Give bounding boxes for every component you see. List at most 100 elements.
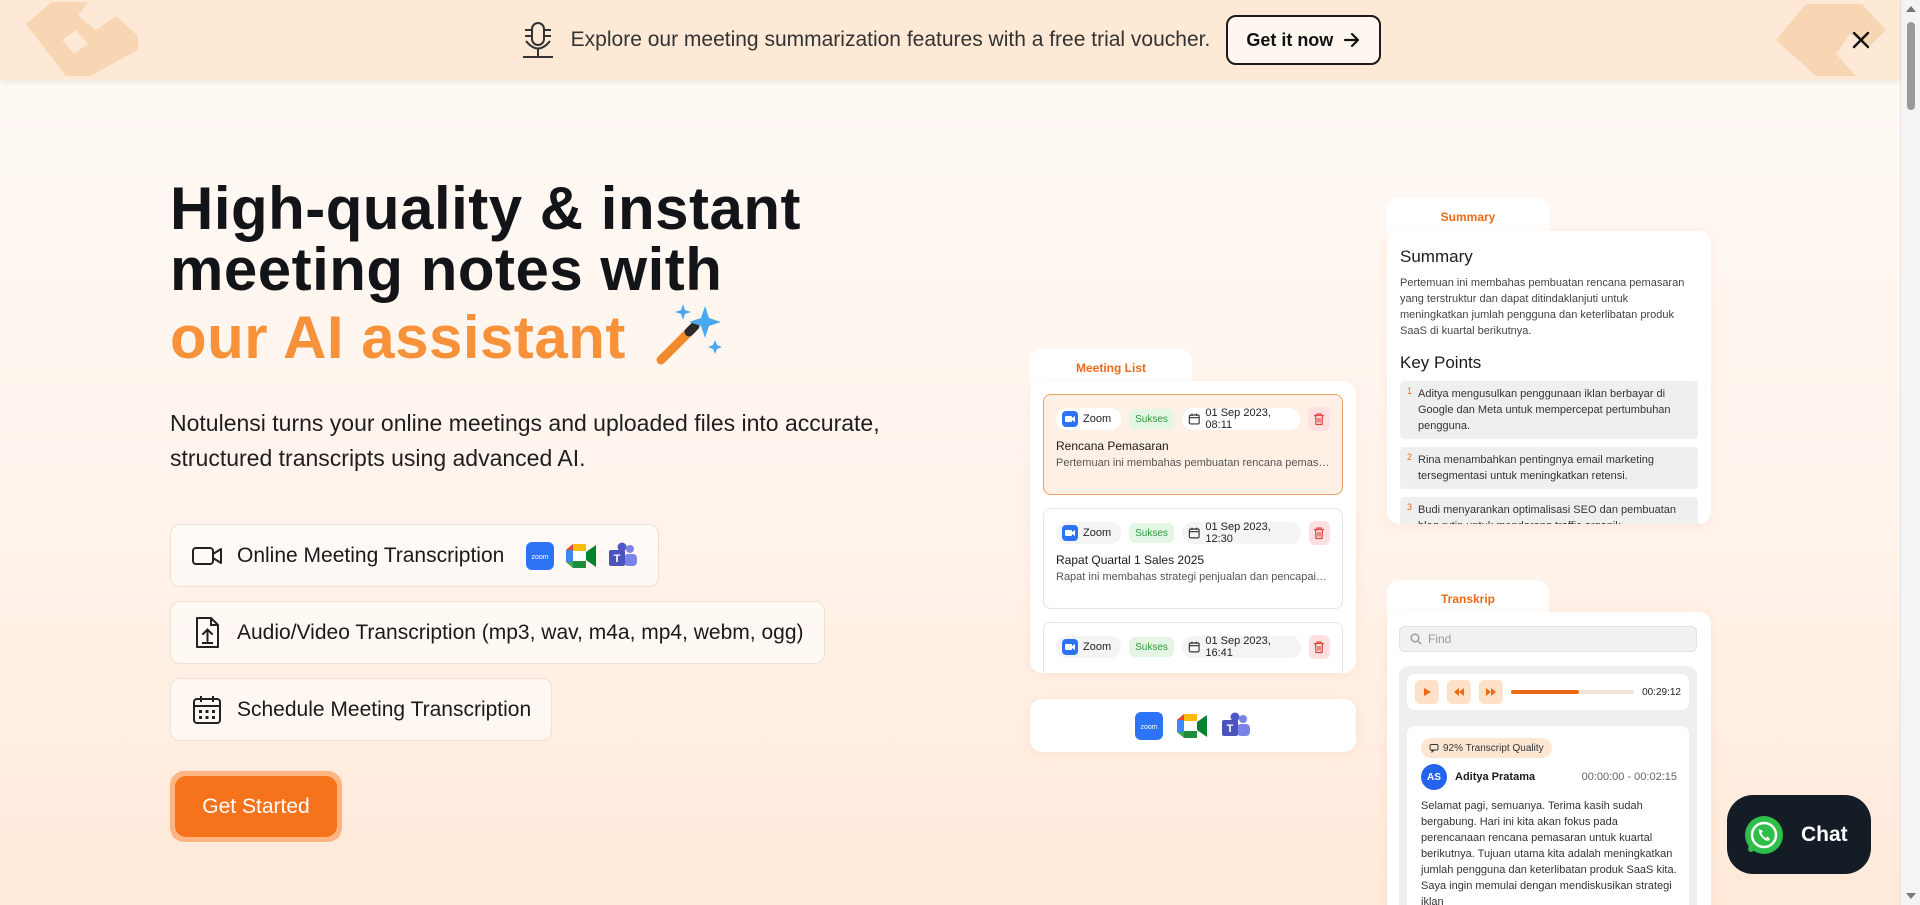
hero-title-line2: meeting notes with	[170, 236, 723, 303]
delete-button[interactable]	[1308, 635, 1330, 659]
delete-button[interactable]	[1308, 407, 1330, 431]
google-meet-icon	[566, 543, 597, 568]
microsoft-teams-icon: T	[1222, 712, 1250, 736]
avatar: AS	[1421, 764, 1447, 790]
search-placeholder: Find	[1428, 632, 1452, 646]
svg-text:zoom: zoom	[532, 554, 549, 561]
meeting-list-item[interactable]: Zoom Sukses 01 Sep 2023, 12:30 Rapat Qua…	[1043, 508, 1343, 609]
date-pill: 01 Sep 2023, 16:41	[1181, 635, 1301, 659]
microphone-icon	[522, 22, 553, 58]
feature-label: Audio/Video Transcription (mp3, wav, m4a…	[237, 620, 804, 644]
status-badge: Sukses	[1129, 409, 1174, 429]
tab-meeting-list-label: Meeting List	[1075, 361, 1146, 375]
search-icon	[1410, 633, 1422, 645]
hero-description: Notulensi turns your online meetings and…	[170, 410, 880, 471]
zoom-icon: zoom	[1135, 711, 1163, 740]
whatsapp-chat-button[interactable]: Chat	[1727, 795, 1871, 874]
scroll-up-arrow[interactable]	[1906, 6, 1916, 12]
get-it-now-button[interactable]: Get it now	[1226, 15, 1382, 65]
platform-name: Zoom	[1083, 527, 1112, 539]
meeting-summary: Pertemuan ini membahas pembuatan rencana…	[1056, 457, 1330, 469]
close-icon[interactable]	[1848, 27, 1874, 53]
banner-text: Explore our meeting summarization featur…	[570, 28, 1211, 51]
key-point-text: Rina menambahkan pentingnya email market…	[1418, 454, 1655, 482]
page-scrollbar[interactable]	[1900, 0, 1920, 905]
transcript-text: Selamat pagi, semuanya. Terima kasih sud…	[1421, 800, 1677, 905]
meeting-list-item[interactable]: Zoom Sukses 01 Sep 2023, 16:41	[1043, 622, 1343, 673]
chat-label: Chat	[1801, 822, 1848, 846]
platform-pill: Zoom	[1056, 408, 1122, 430]
key-points-heading: Key Points	[1400, 353, 1482, 372]
status-badge: Sukses	[1129, 637, 1174, 657]
chat-bubble-icon	[1429, 744, 1439, 753]
upload-file-icon	[196, 616, 219, 648]
segment-time-range: 00:00:00 - 00:02:15	[1581, 771, 1677, 783]
feature-schedule-meeting[interactable]: Schedule Meeting Transcription	[170, 678, 553, 741]
scroll-down-arrow[interactable]	[1906, 893, 1916, 899]
meeting-date: 01 Sep 2023, 16:41	[1205, 635, 1271, 659]
arrow-right-icon	[1344, 32, 1360, 48]
play-button[interactable]	[1415, 680, 1439, 704]
progress-fill	[1511, 690, 1579, 694]
hero-title: High-quality & instant meeting notes wit…	[170, 178, 930, 368]
tab-summary-label: Summary	[1440, 210, 1496, 224]
hero-section: High-quality & instant meeting notes wit…	[170, 178, 930, 842]
platform-strip: zoom T	[1030, 699, 1356, 752]
calendar-icon	[1188, 527, 1200, 539]
meeting-list-card: Zoom Sukses 01 Sep 2023, 08:11 Rencana P…	[1030, 381, 1356, 673]
microsoft-teams-icon: T	[609, 542, 638, 566]
meeting-title: Rencana Pemasaran	[1056, 439, 1169, 453]
summary-text: Pertemuan ini membahas pembuatan rencana…	[1400, 277, 1685, 337]
svg-text:T: T	[614, 553, 621, 565]
key-point-item: 1 Aditya mengusulkan penggunaan iklan be…	[1400, 381, 1698, 439]
scroll-thumb[interactable]	[1907, 22, 1915, 110]
video-camera-icon	[192, 546, 222, 565]
platform-name: Zoom	[1083, 413, 1112, 425]
get-started-label: Get Started	[175, 776, 337, 837]
feature-online-meeting[interactable]: Online Meeting Transcription zoom T	[170, 524, 660, 587]
ticket-decoration-left	[26, 2, 138, 76]
rewind-button[interactable]	[1447, 680, 1471, 704]
progress-track[interactable]	[1511, 690, 1635, 694]
whatsapp-icon	[1745, 815, 1783, 854]
get-started-button[interactable]: Get Started	[170, 771, 342, 842]
key-point-text: Aditya mengusulkan penggunaan iklan berb…	[1418, 388, 1671, 432]
zoom-icon	[1062, 525, 1078, 541]
meeting-title: Rapat Quartal 1 Sales 2025	[1056, 553, 1205, 567]
transcript-search-input[interactable]: Find	[1399, 626, 1697, 652]
date-pill: 01 Sep 2023, 08:11	[1181, 407, 1301, 431]
forward-button[interactable]	[1479, 680, 1503, 704]
promo-banner: Explore our meeting summarization featur…	[0, 0, 1900, 80]
zoom-icon	[1062, 639, 1078, 655]
trash-icon	[1314, 413, 1325, 426]
summary-card: Summary Pertemuan ini membahas pembuatan…	[1387, 231, 1711, 524]
meeting-list-item[interactable]: Zoom Sukses 01 Sep 2023, 08:11 Rencana P…	[1043, 394, 1343, 495]
magic-wand-icon	[656, 304, 723, 365]
tab-transcript-label: Transkrip	[1440, 592, 1496, 606]
calendar-icon	[193, 695, 221, 724]
get-it-now-label: Get it now	[1246, 29, 1334, 50]
hero-title-accent: our AI assistant	[170, 304, 626, 371]
rewind-icon	[1454, 688, 1464, 696]
key-point-number: 3	[1407, 502, 1413, 512]
feature-label: Schedule Meeting Transcription	[237, 697, 532, 721]
platform-pill: Zoom	[1056, 522, 1122, 544]
key-point-item: 3 Budi menyarankan optimalisasi SEO dan …	[1400, 497, 1698, 524]
hero-title-line1: High-quality & instant	[170, 175, 801, 242]
delete-button[interactable]	[1308, 521, 1330, 545]
transcript-card: Find 00:29:12 92% Transcript Quality AS …	[1387, 612, 1711, 905]
audio-player: 00:29:12	[1407, 674, 1689, 710]
calendar-icon	[1188, 413, 1200, 425]
key-point-item: 2 Rina menambahkan pentingnya email mark…	[1400, 447, 1698, 489]
zoom-icon	[1062, 411, 1078, 427]
fast-forward-icon	[1486, 688, 1496, 696]
play-icon	[1424, 688, 1431, 696]
key-point-number: 2	[1407, 452, 1413, 462]
quality-badge: 92% Transcript Quality	[1421, 738, 1552, 758]
feature-audio-video[interactable]: Audio/Video Transcription (mp3, wav, m4a…	[170, 601, 825, 664]
key-point-number: 1	[1407, 386, 1413, 396]
google-meet-icon	[1177, 713, 1207, 738]
svg-text:zoom: zoom	[1140, 724, 1157, 731]
key-point-text: Budi menyarankan optimalisasi SEO dan pe…	[1418, 504, 1677, 524]
svg-text:T: T	[1227, 723, 1234, 735]
